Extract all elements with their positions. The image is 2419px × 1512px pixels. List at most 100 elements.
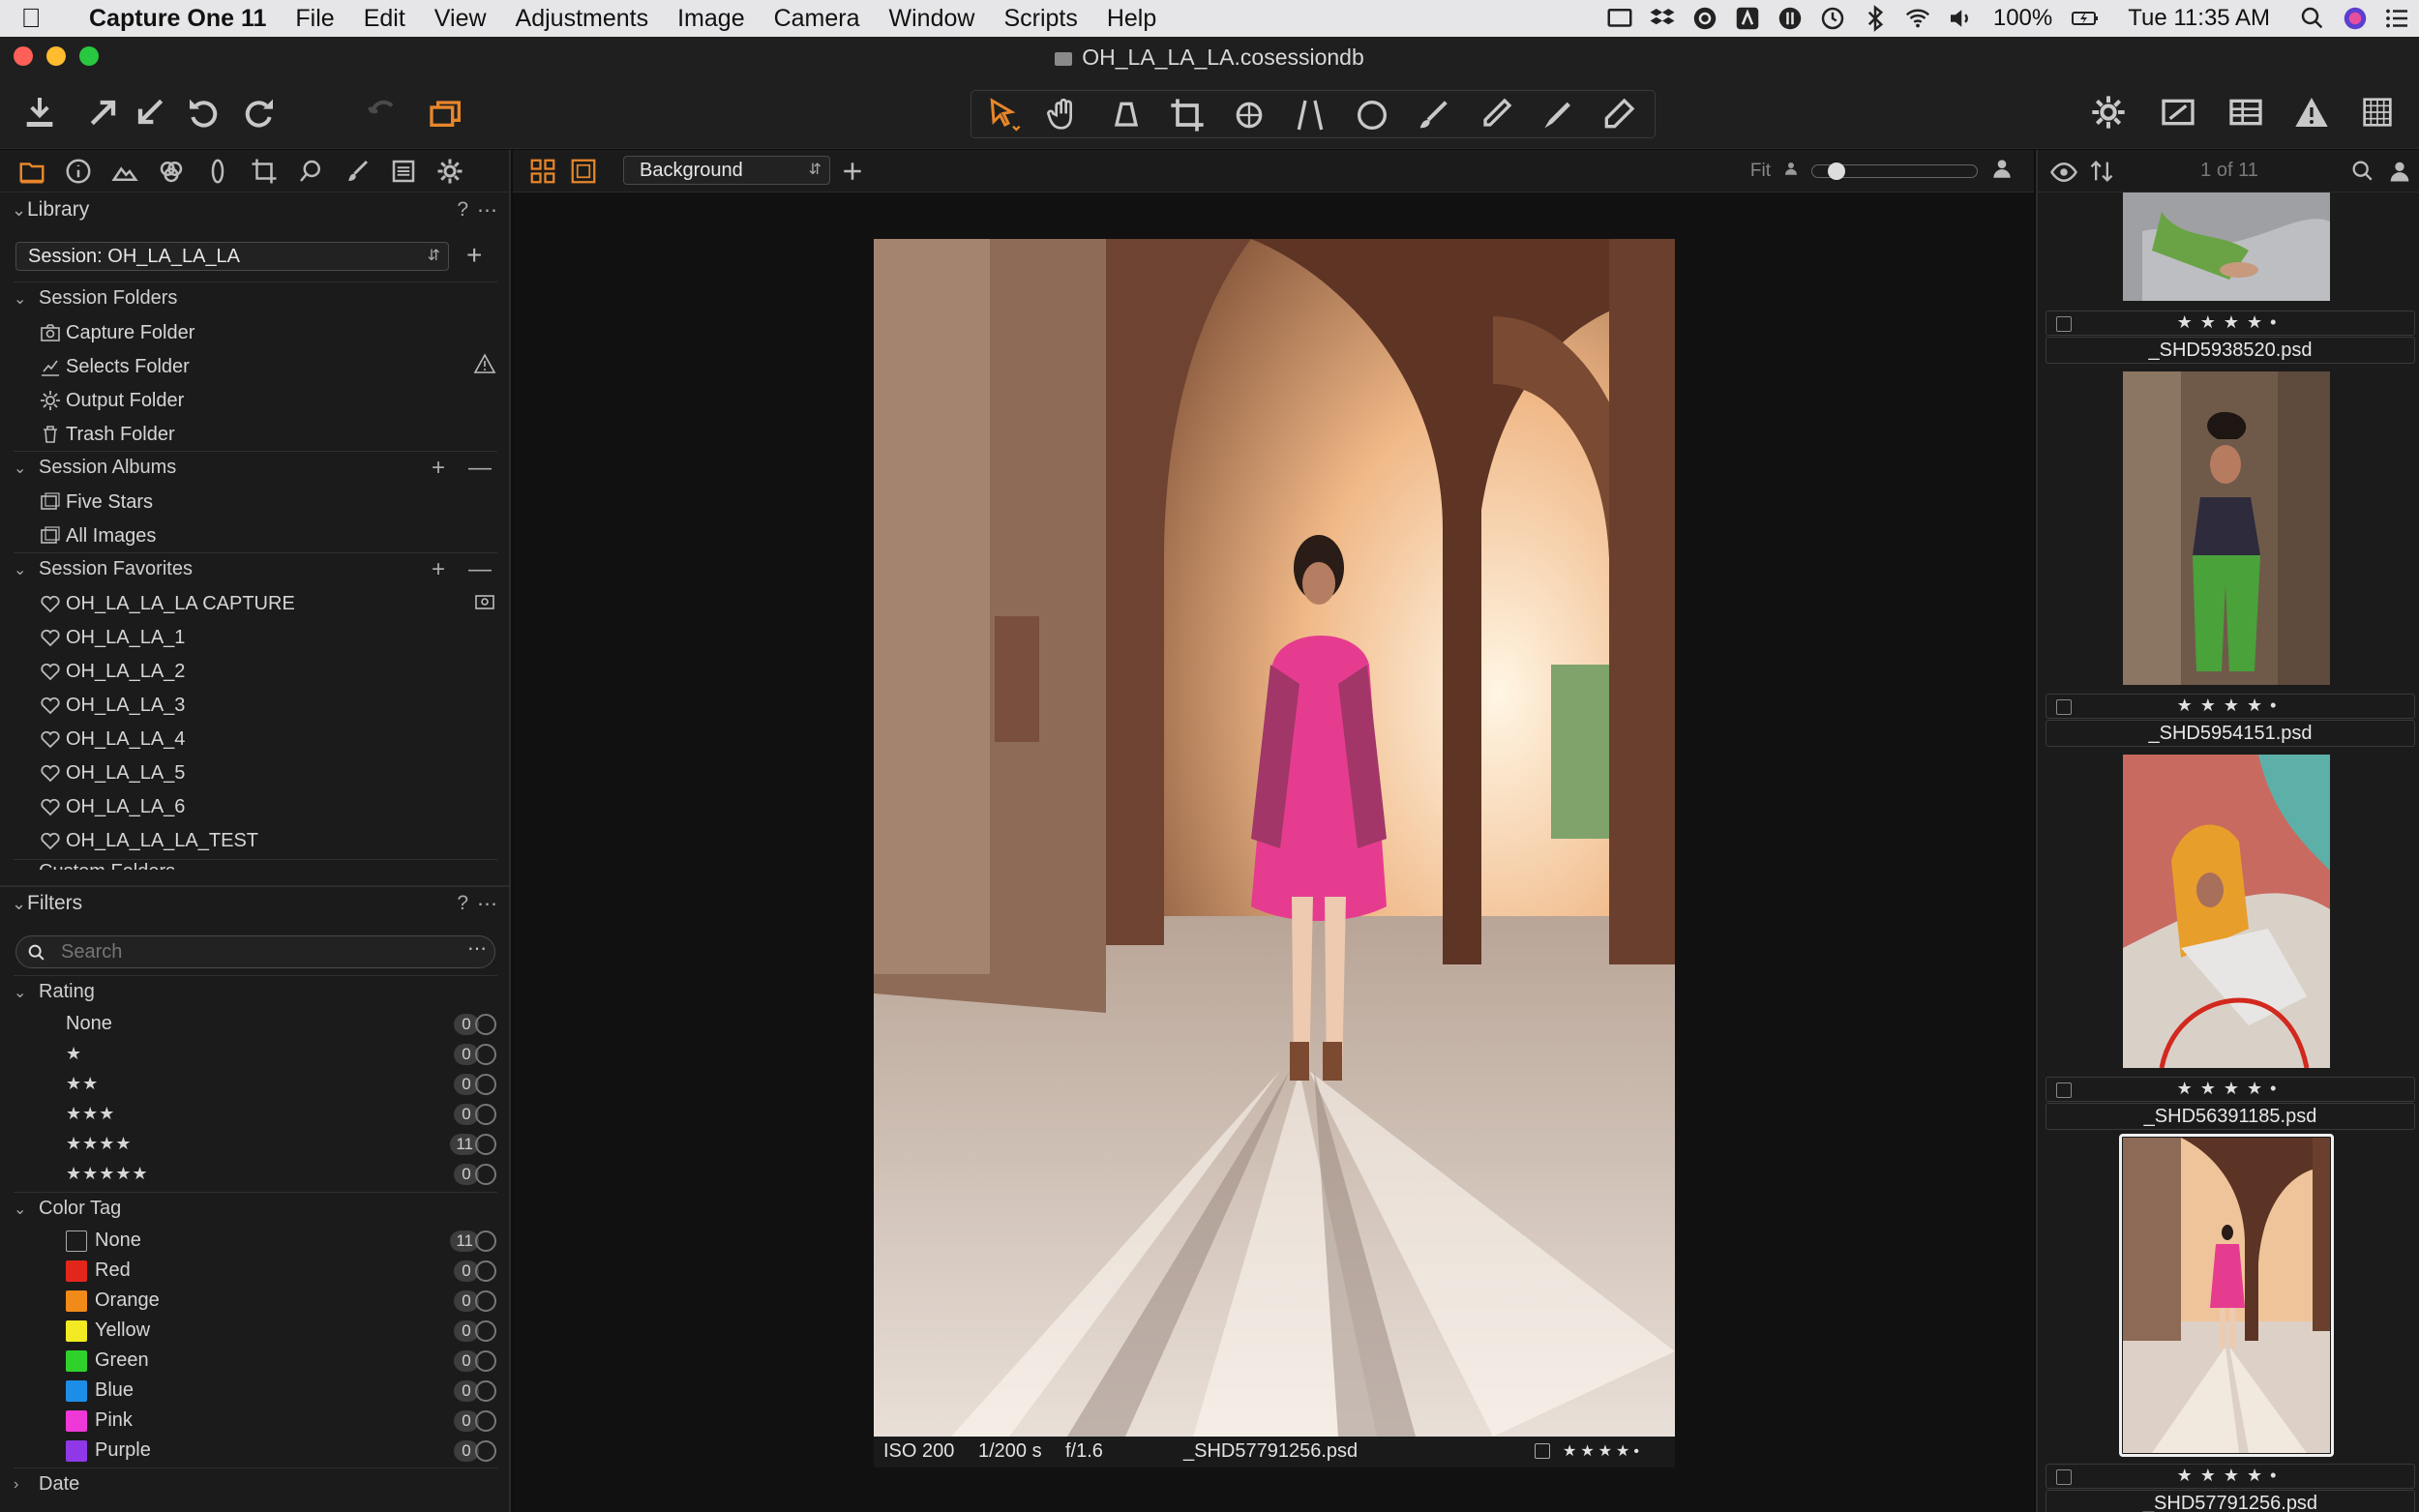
menu-camera[interactable]: Camera <box>760 5 875 33</box>
sidebar-item-five-stars[interactable]: Five Stars <box>41 486 496 519</box>
keystone-icon[interactable] <box>1285 93 1335 137</box>
menu-adjustments[interactable]: Adjustments <box>501 5 664 33</box>
clock[interactable]: Tue 11:35 AM <box>2106 5 2291 32</box>
date-header[interactable]: › Date <box>14 1468 497 1500</box>
favorite-item[interactable]: OH_LA_LA_LA CAPTURE <box>41 587 496 620</box>
multi-view-grid-icon[interactable] <box>528 157 557 186</box>
menu-window[interactable]: Window <box>875 5 990 33</box>
sidebar-item-capture-folder[interactable]: Capture Folder <box>41 316 496 349</box>
select-cursor-icon[interactable] <box>978 93 1029 137</box>
rating-filter-row[interactable]: None 0 <box>66 1009 496 1039</box>
filter-toggle[interactable] <box>475 1104 496 1125</box>
thumbnail-image-selected[interactable] <box>2123 1138 2330 1453</box>
sidebar-item-trash-folder[interactable]: Trash Folder <box>44 418 496 451</box>
copy-apply-icon[interactable] <box>424 90 468 134</box>
rating-filter-row[interactable]: ★★★★★ 0 <box>66 1159 496 1189</box>
menu-view[interactable]: View <box>420 5 501 33</box>
zoom-in-person-icon[interactable] <box>1989 156 2015 187</box>
single-view-icon[interactable] <box>569 157 598 186</box>
color-tab-icon[interactable] <box>153 153 190 190</box>
rating-filter-row[interactable]: ★ 0 <box>66 1039 496 1069</box>
color-filter-row[interactable]: Green 0 <box>66 1346 496 1376</box>
adjustments-list-icon[interactable] <box>385 153 422 190</box>
color-filter-row[interactable]: Blue 0 <box>66 1376 496 1406</box>
process-icon[interactable] <box>128 90 172 134</box>
proof-icon[interactable] <box>2156 90 2200 134</box>
pan-hand-icon[interactable] <box>1039 93 1090 137</box>
layer-select[interactable]: Background ⇵ <box>623 156 830 185</box>
eraser-icon[interactable] <box>1593 93 1643 137</box>
color-filter-row[interactable]: Purple 0 <box>66 1436 496 1466</box>
spot-removal-icon[interactable] <box>1347 93 1397 137</box>
search-input[interactable] <box>61 938 448 965</box>
sidebar-item-all-images[interactable]: All Images <box>41 519 496 552</box>
favorite-item[interactable]: OH_LA_LA_LA_TEST <box>41 824 496 857</box>
zoom-slider[interactable] <box>1811 163 1978 180</box>
volume-icon[interactable] <box>1939 0 1982 37</box>
remove-favorite-icon[interactable]: — <box>468 556 492 583</box>
spotlight-search-icon[interactable] <box>2291 0 2334 37</box>
custom-folders-header-clipped[interactable]: Custom Folders <box>14 859 497 870</box>
filter-toggle[interactable] <box>475 1350 496 1372</box>
star-rating[interactable]: ★★★★• <box>2046 312 2414 333</box>
filter-toggle[interactable] <box>475 1014 496 1035</box>
adobe-icon[interactable] <box>1726 0 1769 37</box>
output-gear-icon[interactable] <box>432 153 468 190</box>
favorite-item[interactable]: OH_LA_LA_4 <box>41 723 496 756</box>
battery-icon[interactable] <box>2064 0 2106 37</box>
thumbnail-image[interactable] <box>2123 371 2330 685</box>
search-icon[interactable] <box>26 942 47 969</box>
notification-center-icon[interactable] <box>2376 0 2419 37</box>
crop-icon[interactable] <box>1162 93 1212 137</box>
sidebar-item-selects-folder[interactable]: Selects Folder <box>42 350 496 383</box>
session-folders-header[interactable]: ⌄ Session Folders <box>14 282 497 314</box>
picker-icon[interactable] <box>1470 93 1520 137</box>
filters-header[interactable]: ⌄ Filters ? ⋯ <box>0 887 511 920</box>
menu-file[interactable]: File <box>281 5 348 33</box>
apple-menu-icon[interactable]:  <box>0 3 62 34</box>
session-favorites-header[interactable]: ⌄ Session Favorites + — <box>14 552 497 585</box>
color-tag-header[interactable]: ⌄ Color Tag <box>14 1192 497 1225</box>
metadata-info-icon[interactable] <box>60 153 97 190</box>
reset-icon[interactable] <box>360 90 404 134</box>
star-rating[interactable]: ★★★★• <box>2046 1079 2414 1099</box>
thumbnail-image[interactable] <box>2123 193 2330 301</box>
undo-icon[interactable] <box>182 90 226 134</box>
help-icon[interactable]: ? <box>457 892 468 915</box>
help-icon[interactable]: ? <box>457 198 468 222</box>
add-favorite-icon[interactable]: + <box>432 556 445 583</box>
filter-toggle[interactable] <box>475 1320 496 1342</box>
select-checkbox[interactable] <box>1535 1443 1550 1459</box>
library-tab-folder-icon[interactable] <box>14 153 50 190</box>
exposure-warning-icon[interactable] <box>2289 90 2334 134</box>
add-catalog-icon[interactable]: + <box>466 240 482 271</box>
color-filter-row[interactable]: Pink 0 <box>66 1406 496 1436</box>
screen-icon[interactable] <box>1598 0 1641 37</box>
import-icon[interactable] <box>17 90 62 134</box>
remove-album-icon[interactable]: — <box>468 455 492 482</box>
zoom-out-person-icon[interactable] <box>1782 160 1800 183</box>
filter-toggle[interactable] <box>475 1134 496 1155</box>
rating-filter-row[interactable]: ★★ 0 <box>66 1069 496 1099</box>
browser-person-icon[interactable] <box>2386 158 2413 190</box>
favorite-item[interactable]: OH_LA_LA_2 <box>41 655 496 688</box>
filter-toggle[interactable] <box>475 1290 496 1312</box>
add-album-icon[interactable]: + <box>432 455 445 482</box>
details-magnifier-icon[interactable] <box>292 153 329 190</box>
add-layer-icon[interactable] <box>838 157 867 186</box>
creative-cloud-icon[interactable] <box>1684 0 1726 37</box>
filter-toggle[interactable] <box>475 1260 496 1282</box>
main-photo[interactable] <box>874 239 1675 1437</box>
rating-filter-row[interactable]: ★★★★ 11 <box>66 1129 496 1159</box>
app-badge-icon[interactable] <box>1769 0 1811 37</box>
favorite-item[interactable]: OH_LA_LA_6 <box>41 790 496 823</box>
favorite-item[interactable]: OH_LA_LA_3 <box>41 689 496 722</box>
dropbox-icon[interactable] <box>1641 0 1684 37</box>
thumbnail-image[interactable] <box>2123 755 2330 1068</box>
star-rating[interactable]: ★★★★• <box>1563 1441 1643 1461</box>
color-filter-row[interactable]: None 11 <box>66 1226 496 1256</box>
color-filter-row[interactable]: Orange 0 <box>66 1286 496 1316</box>
focus-mask-icon[interactable] <box>2355 90 2400 134</box>
browser-search-icon[interactable] <box>2349 158 2376 190</box>
rating-header[interactable]: ⌄ Rating <box>14 975 497 1008</box>
